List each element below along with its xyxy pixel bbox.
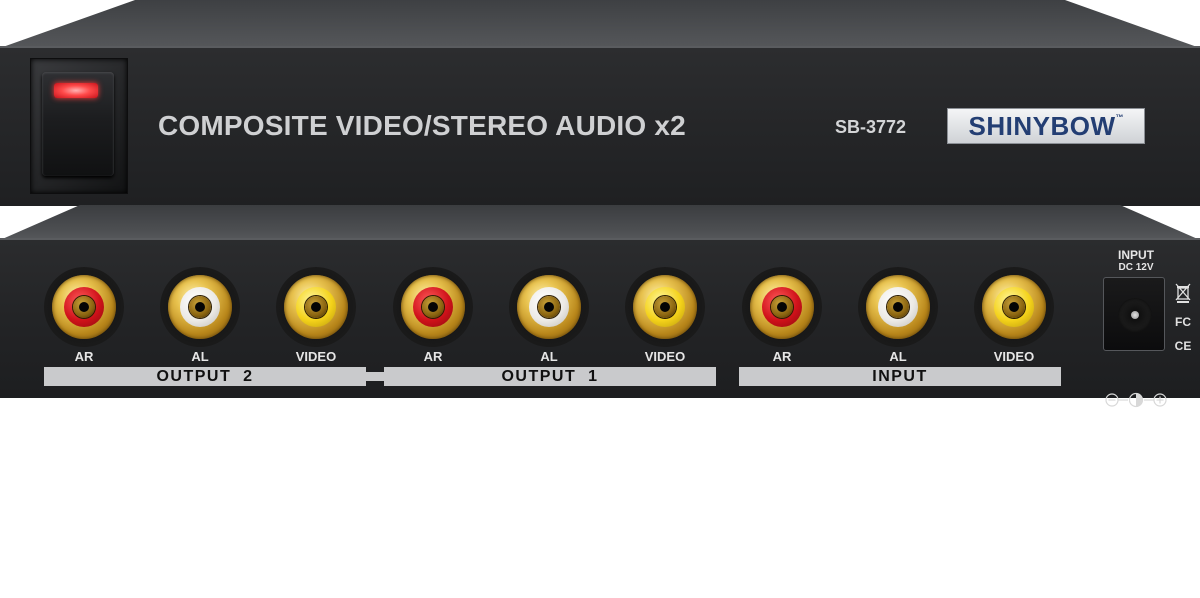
power-indicator-led bbox=[54, 83, 98, 98]
rca-jack-input-video[interactable] bbox=[974, 267, 1054, 347]
brand-name: SHINYBOW bbox=[968, 111, 1116, 141]
rca-jack-output1-ar[interactable] bbox=[393, 267, 473, 347]
dc-power-jack[interactable] bbox=[1103, 277, 1165, 351]
ce-mark: CE bbox=[1174, 339, 1192, 353]
group-label-input: INPUT bbox=[739, 367, 1061, 386]
rca-jack-input-ar[interactable] bbox=[742, 267, 822, 347]
jack-label: AR bbox=[772, 349, 792, 364]
jack-label: VIDEO bbox=[644, 349, 686, 364]
rca-jack-output2-al[interactable] bbox=[160, 267, 240, 347]
jack-label: AL bbox=[889, 349, 907, 364]
jack-label: AR bbox=[74, 349, 94, 364]
jack-label: AR bbox=[423, 349, 443, 364]
jack-label: VIDEO bbox=[993, 349, 1035, 364]
group-label-output-1: OUTPUT 1 bbox=[384, 367, 716, 386]
rca-jack-output1-al[interactable] bbox=[509, 267, 589, 347]
dc-polarity-icon bbox=[1104, 392, 1168, 408]
rca-jack-output1-video[interactable] bbox=[625, 267, 705, 347]
product-title: COMPOSITE VIDEO/STEREO AUDIO x2 bbox=[158, 110, 686, 141]
brand-logo: SHINYBOW ™ bbox=[947, 108, 1145, 144]
rca-jack-output2-ar[interactable] bbox=[44, 267, 124, 347]
rca-jack-output2-video[interactable] bbox=[276, 267, 356, 347]
group-label-output-2: OUTPUT 2 bbox=[44, 367, 366, 386]
dc-input-label: INPUT bbox=[1118, 248, 1154, 262]
rca-jack-input-al[interactable] bbox=[858, 267, 938, 347]
weee-bin-icon bbox=[1170, 283, 1196, 303]
jack-label: AL bbox=[540, 349, 558, 364]
trademark-symbol: ™ bbox=[1115, 112, 1124, 122]
fcc-mark: FC bbox=[1175, 315, 1191, 329]
dc-voltage-label: DC 12V bbox=[1118, 262, 1154, 273]
front-unit-top-cover bbox=[0, 0, 1200, 48]
model-number: SB-3772 bbox=[835, 117, 907, 137]
jack-label: VIDEO bbox=[295, 349, 337, 364]
jack-label: AL bbox=[191, 349, 209, 364]
group-bar-connector bbox=[366, 372, 384, 381]
rear-unit-top-cover bbox=[0, 205, 1200, 240]
